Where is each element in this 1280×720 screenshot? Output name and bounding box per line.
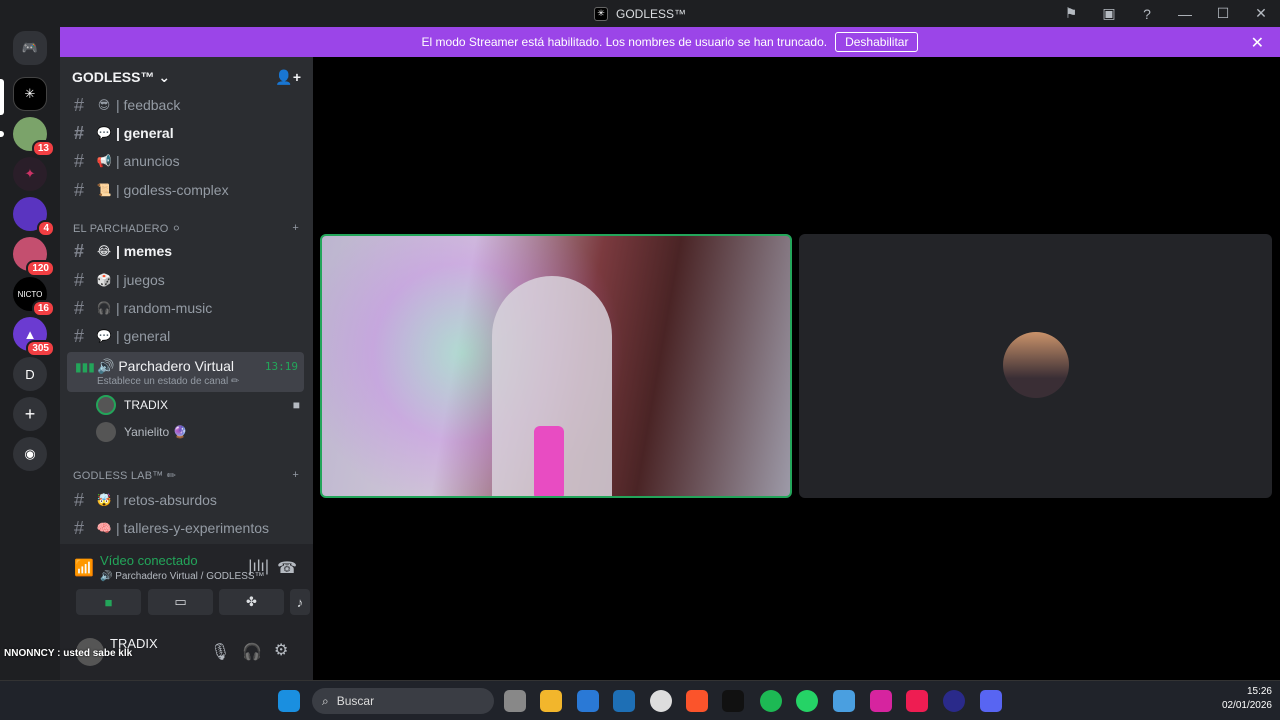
file-explorer-icon[interactable] bbox=[540, 690, 562, 712]
whatsapp-icon[interactable] bbox=[796, 690, 818, 712]
hash-icon: # bbox=[74, 94, 85, 115]
taskbar: ⌕ Buscar 15:26 02/01/2026 bbox=[0, 680, 1280, 720]
channel-item[interactable]: # 🧠 | talleres-y-experimentos bbox=[68, 515, 305, 541]
task-view-icon[interactable] bbox=[504, 690, 526, 712]
add-member-icon[interactable]: 👤+ bbox=[275, 69, 301, 86]
hash-icon: # bbox=[74, 179, 85, 200]
close-window-button[interactable]: ✕ bbox=[1242, 0, 1280, 27]
channel-item[interactable]: # 💬 | general bbox=[68, 120, 305, 146]
app-logo-icon: ✳ bbox=[593, 6, 608, 21]
add-server-icon[interactable]: + bbox=[13, 397, 47, 431]
noise-suppression-icon[interactable]: |ılı| bbox=[248, 558, 269, 576]
server-godless-icon[interactable]: ✳ bbox=[13, 77, 47, 111]
flag-icon[interactable]: ⚑ bbox=[1052, 0, 1090, 27]
activities-button[interactable]: ✤ bbox=[219, 589, 284, 615]
video-tile-tradix[interactable] bbox=[320, 234, 792, 498]
maximize-button[interactable]: ☐ bbox=[1204, 0, 1242, 27]
category-header[interactable]: GODLESS LAB™ ✏ + bbox=[73, 469, 299, 482]
spotify-icon[interactable] bbox=[760, 690, 782, 712]
overlay-message: NNONNCY : usted sabe klk bbox=[4, 648, 133, 659]
avatar bbox=[1003, 332, 1069, 398]
system-clock[interactable]: 15:26 02/01/2026 bbox=[1222, 685, 1272, 713]
store-icon[interactable] bbox=[577, 690, 599, 712]
soundboard-button[interactable]: ♪ bbox=[290, 589, 310, 615]
voice-channel[interactable]: ▮▮▮ 🔊 Parchadero Virtual 13:19 Establece… bbox=[67, 352, 304, 392]
banner-text: El modo Streamer está habilitado. Los no… bbox=[421, 35, 828, 49]
add-channel-icon[interactable]: + bbox=[292, 469, 299, 482]
instagram-icon[interactable] bbox=[870, 690, 892, 712]
channel-item[interactable]: # 🎧 | random-music bbox=[68, 295, 305, 321]
channel-status[interactable]: Establece un estado de canal ✏ bbox=[97, 376, 239, 387]
window-title: GODLESS™ bbox=[615, 6, 687, 21]
server-icon[interactable]: D bbox=[13, 357, 47, 391]
brave-icon[interactable] bbox=[686, 690, 708, 712]
tiktok-icon[interactable] bbox=[906, 690, 928, 712]
search-input[interactable]: ⌕ Buscar bbox=[312, 688, 494, 714]
camera-icon: ■ bbox=[292, 398, 300, 412]
voice-user[interactable]: TRADIX ■ bbox=[96, 393, 306, 417]
hash-icon: # bbox=[74, 150, 85, 171]
minimize-button[interactable]: — bbox=[1166, 0, 1204, 27]
channel-sidebar: GODLESS™ ⌄ 👤+ # 😎 | feedback # 💬 | general #… bbox=[60, 57, 313, 680]
server-icon[interactable]: 13 bbox=[13, 117, 55, 157]
explore-icon[interactable]: ◉ bbox=[13, 437, 47, 471]
category-header[interactable]: EL PARCHADERO ⚪ + bbox=[73, 222, 299, 235]
server-icon[interactable]: 4 bbox=[13, 197, 55, 237]
close-icon[interactable]: ✕ bbox=[1251, 33, 1264, 53]
channel-item[interactable]: # 📜 | godless-complex bbox=[68, 177, 305, 203]
inbox-icon[interactable]: ▣ bbox=[1090, 0, 1128, 27]
disconnect-icon[interactable]: ☎ bbox=[277, 558, 297, 578]
discord-home-icon[interactable]: 🎮 bbox=[13, 31, 47, 65]
app-icon[interactable] bbox=[943, 690, 965, 712]
hash-icon: # bbox=[74, 122, 85, 143]
settings-gear-icon[interactable]: ⚙ bbox=[274, 640, 288, 660]
server-icon[interactable]: NICTO 16 bbox=[13, 277, 55, 317]
help-icon[interactable]: ? bbox=[1128, 0, 1166, 27]
channel-item[interactable]: # 📢 | anuncios bbox=[68, 148, 305, 174]
title-bar: ✳ GODLESS™ ⚑ ▣ ? — ☐ ✕ bbox=[0, 0, 1280, 27]
discord-icon[interactable] bbox=[980, 690, 1002, 712]
voice-connection-panel: 📶 Vídeo conectado 🔊 Parchadero Virtual /… bbox=[60, 544, 313, 628]
windows-start-icon[interactable] bbox=[278, 690, 300, 712]
tiktok-icon[interactable] bbox=[722, 690, 744, 712]
channel-item[interactable]: # 😎 | feedback bbox=[68, 92, 305, 118]
video-tile-yanielito[interactable] bbox=[799, 234, 1272, 498]
server-icon[interactable]: ✦ bbox=[13, 157, 47, 191]
search-icon: ⌕ bbox=[322, 693, 329, 708]
server-header[interactable]: GODLESS™ ⌄ 👤+ bbox=[60, 57, 313, 97]
avatar bbox=[96, 395, 116, 415]
disable-button[interactable]: Deshabilitar bbox=[835, 32, 919, 52]
headphones-icon[interactable]: 🎧 bbox=[242, 642, 262, 662]
channel-item[interactable]: # 💬 | general bbox=[68, 323, 305, 349]
mail-icon[interactable] bbox=[613, 690, 635, 712]
add-channel-icon[interactable]: + bbox=[292, 222, 299, 235]
photos-icon[interactable] bbox=[833, 690, 855, 712]
voice-activity-icon: ▮▮▮ bbox=[75, 360, 95, 374]
selected-pill bbox=[0, 79, 4, 115]
voice-user[interactable]: Yanielito 🔮 bbox=[96, 420, 306, 444]
channel-item[interactable]: # 🎲 | juegos bbox=[68, 267, 305, 293]
browser-icon[interactable] bbox=[650, 690, 672, 712]
microphone-icon[interactable]: 🎙 bbox=[210, 642, 230, 662]
signal-icon: 📶 bbox=[74, 560, 94, 577]
server-icon[interactable]: 120 bbox=[13, 237, 55, 277]
server-list: 🎮 ✳ 13 ✦ 4 120 NICTO 16 ▲ 305 D + ◉ bbox=[0, 27, 60, 680]
avatar bbox=[96, 422, 116, 442]
channel-item[interactable]: # 😂 | memes bbox=[68, 238, 305, 264]
streamer-mode-banner: El modo Streamer está habilitado. Los no… bbox=[60, 27, 1280, 57]
camera-button[interactable]: ■ bbox=[76, 589, 141, 615]
server-icon[interactable]: ▲ 305 bbox=[13, 317, 55, 357]
channel-item[interactable]: # 🤯 | retos-absurdos bbox=[68, 487, 305, 513]
server-name: GODLESS™ ⌄ bbox=[72, 68, 171, 85]
screen-share-button[interactable]: ▭ bbox=[148, 589, 213, 615]
